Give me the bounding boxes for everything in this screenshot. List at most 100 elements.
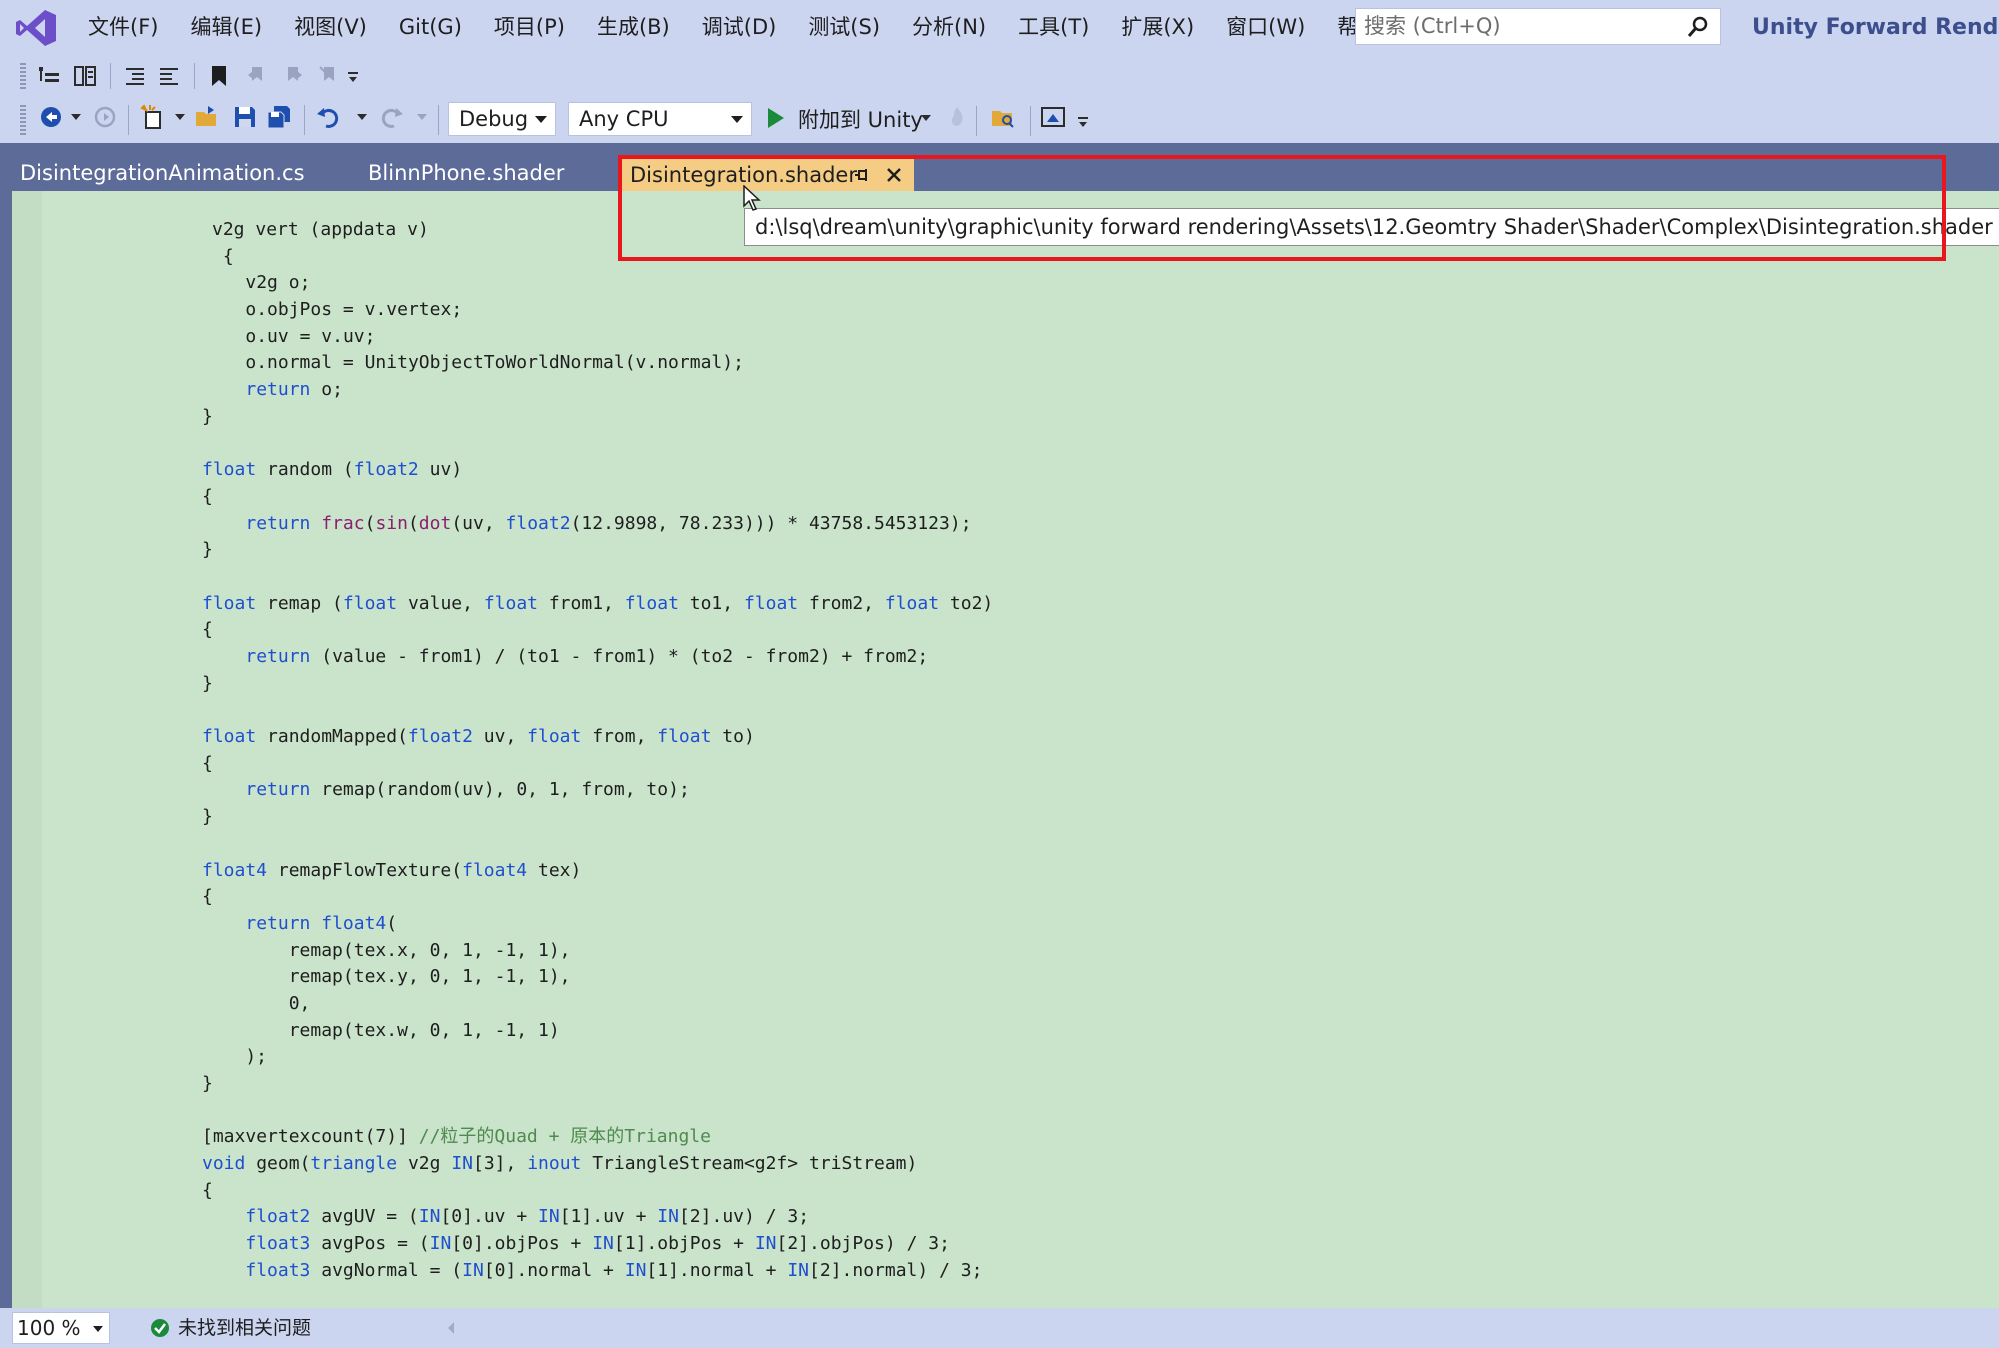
open-file-icon[interactable] (194, 104, 220, 130)
issues-status[interactable]: 未找到相关问题 (178, 1312, 311, 1344)
code-line[interactable]: o.objPos = v.vertex; (12, 297, 993, 324)
menu-window[interactable]: 窗口(W) (1210, 0, 1321, 55)
menu-view[interactable]: 视图(V) (278, 0, 383, 55)
code-line[interactable]: { (12, 484, 993, 511)
code-line[interactable] (12, 431, 993, 458)
menu-project[interactable]: 项目(P) (478, 0, 581, 55)
code-line[interactable]: } (12, 537, 993, 564)
code-line[interactable]: } (12, 1071, 993, 1098)
solution-configuration-dropdown[interactable]: Debug (448, 102, 556, 136)
code-line[interactable]: float remap (float value, float from1, f… (12, 591, 993, 618)
menu-tools[interactable]: 工具(T) (1002, 0, 1105, 55)
code-line[interactable]: ); (12, 1044, 993, 1071)
save-all-icon[interactable] (266, 104, 292, 130)
visual-studio-logo-icon[interactable] (14, 6, 58, 50)
decrease-indent-icon[interactable] (122, 63, 148, 89)
menu-test[interactable]: 测试(S) (792, 0, 896, 55)
clear-bookmarks-icon[interactable] (316, 63, 342, 89)
code-line[interactable]: o.uv = v.uv; (12, 324, 993, 351)
code-line[interactable]: remap(tex.w, 0, 1, -1, 1) (12, 1018, 993, 1045)
code-line[interactable] (12, 564, 993, 591)
zoom-dropdown[interactable]: 100 % (12, 1312, 110, 1344)
code-line[interactable]: void geom(triangle v2g IN[3], inout Tria… (12, 1151, 993, 1178)
new-project-icon[interactable] (140, 104, 166, 130)
search-input[interactable]: 搜索 (Ctrl+Q) (1355, 8, 1721, 45)
menu-file[interactable]: 文件(F) (72, 0, 174, 55)
code-line[interactable]: return frac(sin(dot(uv, float2(12.9898, … (12, 511, 993, 538)
toolbar-overflow-icon[interactable] (346, 69, 360, 85)
code-line[interactable]: float3 avgPos = (IN[0].objPos + IN[1].ob… (12, 1231, 993, 1258)
undo-icon[interactable] (316, 104, 342, 130)
increase-indent-icon[interactable] (156, 63, 182, 89)
code-line[interactable]: } (12, 404, 993, 431)
chevron-down-icon[interactable] (174, 111, 186, 123)
code-line[interactable]: return remap(random(uv), 0, 1, from, to)… (12, 777, 993, 804)
code-line[interactable]: float randomMapped(float2 uv, float from… (12, 724, 993, 751)
previous-bookmark-icon[interactable] (244, 63, 270, 89)
next-bookmark-icon[interactable] (280, 63, 306, 89)
solution-platform-dropdown[interactable]: Any CPU (568, 102, 752, 136)
code-line[interactable]: return o; (12, 377, 993, 404)
menu-extensions[interactable]: 扩展(X) (1105, 0, 1210, 55)
menu-git[interactable]: Git(G) (383, 0, 478, 55)
code-line[interactable]: remap(tex.y, 0, 1, -1, 1), (12, 964, 993, 991)
code-line[interactable]: remap(tex.x, 0, 1, -1, 1), (12, 938, 993, 965)
navigate-forward-icon[interactable] (92, 104, 118, 130)
chevron-down-icon[interactable] (920, 112, 932, 124)
toolbar-grip[interactable] (20, 105, 26, 135)
toolbar-overflow-icon[interactable] (1076, 114, 1090, 130)
menu-bar: 文件(F) 编辑(E) 视图(V) Git(G) 项目(P) 生成(B) 调试(… (0, 0, 1999, 55)
bookmark-icon[interactable] (206, 63, 232, 89)
menu-edit[interactable]: 编辑(E) (174, 0, 278, 55)
hot-reload-icon[interactable] (944, 104, 970, 130)
attach-to-unity-label: 附加到 Unity (798, 108, 923, 132)
code-line[interactable]: { (12, 1178, 993, 1205)
code-line[interactable]: o.normal = UnityObjectToWorldNormal(v.no… (12, 350, 993, 377)
code-content[interactable]: v2g vert (appdata v) { v2g o; o.objPos =… (12, 217, 993, 1285)
menu-debug[interactable]: 调试(D) (686, 0, 793, 55)
toolbar-separator (194, 63, 195, 89)
save-icon[interactable] (232, 104, 258, 130)
attach-to-unity-button[interactable]: 附加到 Unity (798, 104, 923, 136)
code-line[interactable]: float2 avgUV = (IN[0].uv + IN[1].uv + IN… (12, 1204, 993, 1231)
code-line[interactable]: 0, (12, 991, 993, 1018)
find-in-files-icon[interactable] (990, 104, 1016, 130)
code-line[interactable]: } (12, 804, 993, 831)
code-line[interactable]: float random (float2 uv) (12, 457, 993, 484)
redo-icon[interactable] (378, 104, 404, 130)
preview-window-icon[interactable] (1040, 104, 1066, 130)
code-line[interactable]: v2g o; (12, 270, 993, 297)
chevron-down-icon (731, 116, 743, 123)
code-line[interactable]: return float4( (12, 911, 993, 938)
toolbar-grip[interactable] (20, 63, 26, 89)
code-line[interactable] (12, 831, 993, 858)
navigate-back-icon[interactable] (38, 104, 64, 130)
code-line[interactable]: float3 avgNormal = (IN[0].normal + IN[1]… (12, 1258, 993, 1285)
menu-analyze[interactable]: 分析(N) (896, 0, 1002, 55)
parameter-info-icon[interactable] (72, 63, 98, 89)
scroll-left-icon[interactable] (448, 1322, 454, 1334)
solution-platform-value: Any CPU (579, 107, 669, 131)
code-line[interactable] (12, 1098, 993, 1125)
code-line[interactable] (12, 697, 993, 724)
toolbar-separator (128, 105, 129, 135)
chevron-down-icon[interactable] (356, 111, 368, 123)
chevron-down-icon[interactable] (416, 111, 428, 123)
tab-disintegration-animation[interactable]: DisintegrationAnimation.cs (12, 155, 352, 191)
toolbar-separator (976, 106, 977, 136)
code-line[interactable]: [maxvertexcount(7)] //粒子的Quad + 原本的Trian… (12, 1124, 993, 1151)
play-icon[interactable] (764, 106, 786, 130)
menu-build[interactable]: 生成(B) (581, 0, 686, 55)
code-line[interactable]: } (12, 671, 993, 698)
member-list-icon[interactable] (36, 63, 62, 89)
code-line[interactable]: float4 remapFlowTexture(float4 tex) (12, 858, 993, 885)
code-line[interactable]: { (12, 884, 993, 911)
chevron-down-icon[interactable] (70, 111, 82, 123)
toolbar-separator (110, 63, 111, 89)
code-editor[interactable]: v2g vert (appdata v) { v2g o; o.objPos =… (12, 191, 1999, 1308)
tab-blinn-phone[interactable]: BlinnPhone.shader (360, 155, 610, 191)
tab-label: DisintegrationAnimation.cs (20, 161, 305, 185)
code-line[interactable]: { (12, 751, 993, 778)
code-line[interactable]: { (12, 617, 993, 644)
code-line[interactable]: return (value - from1) / (to1 - from1) *… (12, 644, 993, 671)
